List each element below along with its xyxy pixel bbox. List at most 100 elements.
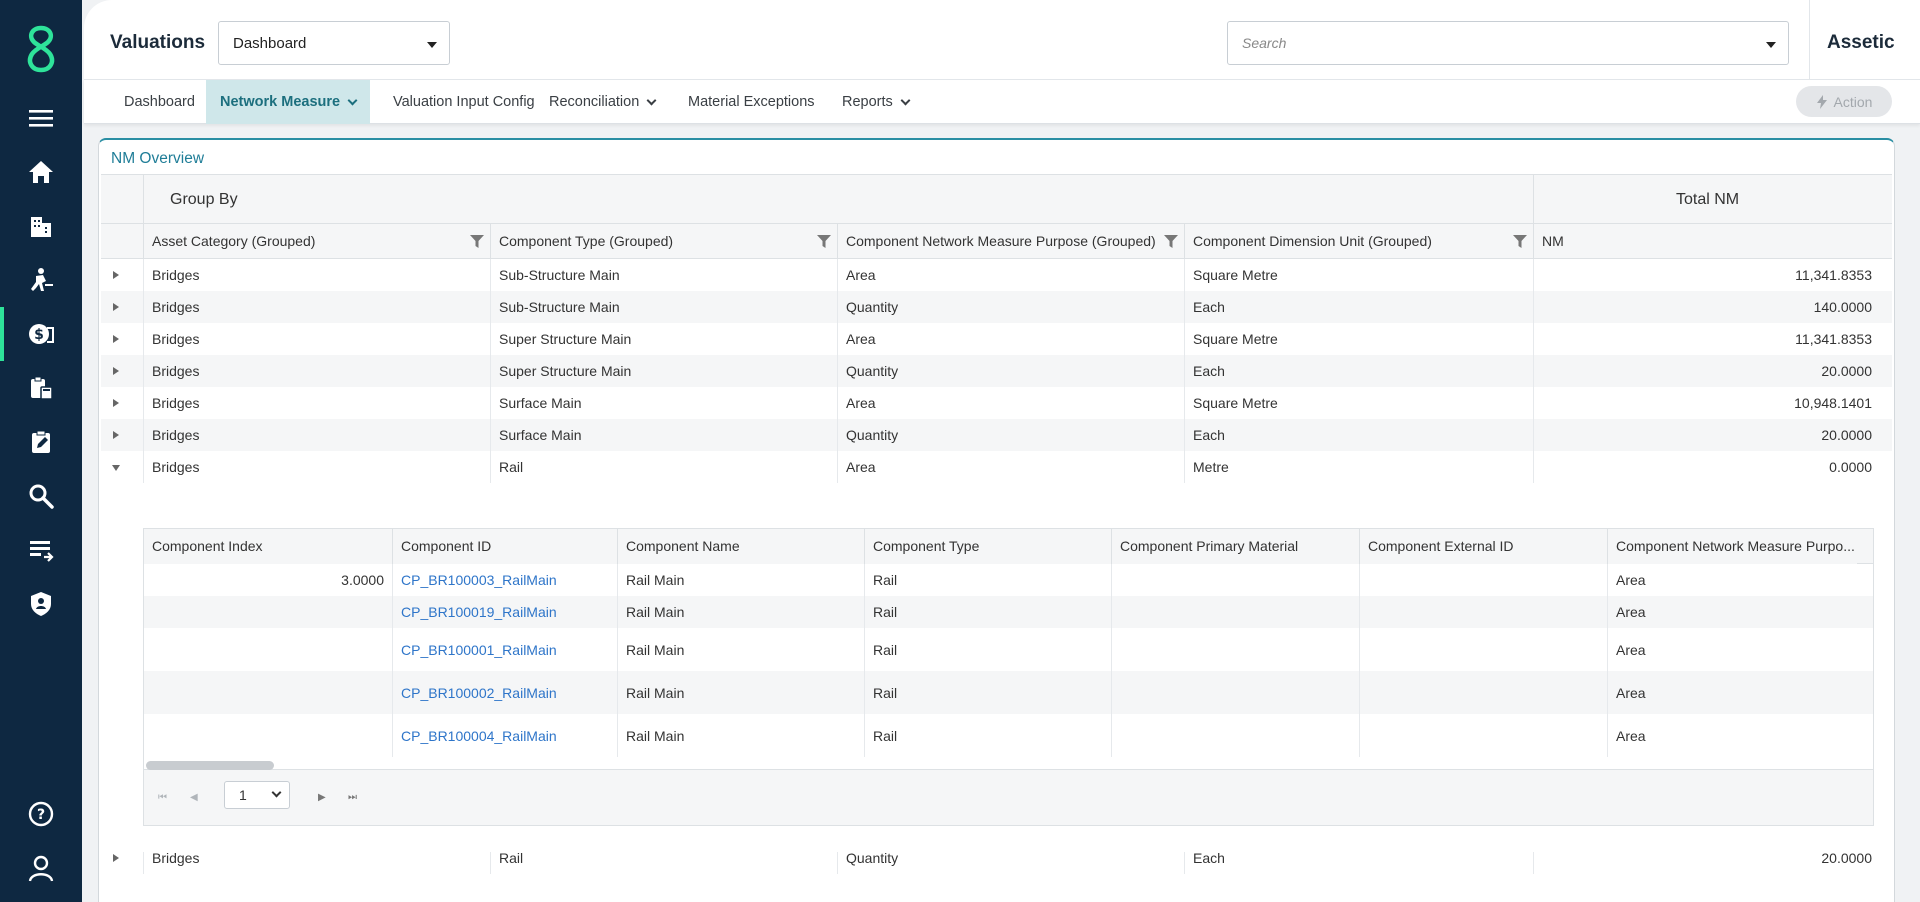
table-row[interactable]: Bridges Super Structure Main Quantity Ea…: [101, 355, 1892, 387]
table-row[interactable]: Bridges Surface Main Quantity Each 20.00…: [101, 419, 1892, 451]
valuations-money-icon[interactable]: $: [0, 307, 82, 361]
detail-row[interactable]: CP_BR100001_RailMain Rail Main Rail Area: [144, 628, 1873, 671]
filter-icon[interactable]: [470, 235, 484, 248]
cell-unit: Each: [1184, 419, 1533, 451]
filter-icon[interactable]: [817, 235, 831, 248]
assetic-logo-icon[interactable]: [20, 24, 62, 74]
expand-row-icon[interactable]: [113, 431, 119, 439]
detail-cell-material: [1111, 564, 1359, 596]
column-header-asset-category[interactable]: Asset Category (Grouped): [143, 224, 490, 259]
detail-cell-name: Rail Main: [617, 671, 864, 714]
last-page-icon[interactable]: ⏭: [348, 793, 358, 803]
prev-page-icon[interactable]: ◀: [190, 793, 200, 803]
component-id-link[interactable]: CP_BR100019_RailMain: [392, 596, 617, 628]
help-icon[interactable]: ?: [0, 787, 82, 841]
column-header-nm[interactable]: NM: [1533, 224, 1880, 259]
chevron-down-icon: [347, 95, 358, 105]
list-import-icon[interactable]: [0, 523, 82, 577]
detail-row[interactable]: CP_BR100002_RailMain Rail Main Rail Area: [144, 671, 1873, 714]
nm-overview-panel: NM Overview Group By Total NM Asset Cate…: [98, 138, 1895, 902]
clipboard-calc-icon[interactable]: [0, 361, 82, 415]
detail-header-nm-purpose[interactable]: Component Network Measure Purpo...: [1607, 529, 1857, 564]
horizontal-scrollbar[interactable]: [146, 761, 274, 770]
detail-cell-type: Rail: [864, 564, 1111, 596]
expand-row-icon[interactable]: [113, 271, 119, 279]
component-id-link[interactable]: CP_BR100004_RailMain: [392, 714, 617, 757]
tab-label: Network Measure: [220, 94, 341, 110]
maintenance-worker-icon[interactable]: [0, 253, 82, 307]
dashboard-select[interactable]: Dashboard: [218, 21, 450, 65]
column-divider: [1533, 175, 1534, 225]
detail-row[interactable]: CP_BR100004_RailMain Rail Main Rail Area: [144, 714, 1873, 757]
column-header-dimension-unit[interactable]: Component Dimension Unit (Grouped): [1184, 224, 1533, 259]
cell-nm: 140.0000: [1533, 291, 1880, 323]
detail-cell-name: Rail Main: [617, 714, 864, 757]
column-header-component-type[interactable]: Component Type (Grouped): [490, 224, 837, 259]
shield-user-icon[interactable]: [0, 577, 82, 631]
cell-type: Surface Main: [490, 387, 837, 419]
detail-header-id[interactable]: Component ID: [392, 529, 617, 564]
detail-grid: Component Index Component ID Component N…: [143, 502, 1893, 852]
clipboard-edit-icon[interactable]: [0, 415, 82, 469]
tab-reports[interactable]: Reports: [828, 80, 923, 124]
group-header: Group By Total NM: [101, 174, 1892, 225]
tab-reconciliation[interactable]: Reconciliation: [535, 80, 669, 124]
tab-label: Valuation Input Config: [393, 94, 535, 110]
detail-cell-type: Rail: [864, 628, 1111, 671]
detail-header-material[interactable]: Component Primary Material: [1111, 529, 1359, 564]
component-id-link[interactable]: CP_BR100001_RailMain: [392, 628, 617, 671]
action-button[interactable]: Action: [1796, 86, 1892, 117]
chevron-down-icon: [271, 787, 282, 798]
menu-icon[interactable]: [0, 91, 82, 145]
app-title: Valuations: [110, 32, 206, 53]
tab-dashboard[interactable]: Dashboard: [110, 80, 209, 124]
detail-row[interactable]: CP_BR100019_RailMain Rail Main Rail Area: [144, 596, 1873, 628]
cell-unit: Square Metre: [1184, 259, 1533, 291]
cell-purpose: Area: [837, 451, 1184, 483]
table-row[interactable]: Bridges Super Structure Main Area Square…: [101, 323, 1892, 355]
home-icon[interactable]: [0, 145, 82, 199]
caret-down-icon: [1766, 42, 1776, 48]
brand-name: Assetic: [1827, 32, 1895, 53]
tab-network-measure[interactable]: Network Measure: [206, 80, 371, 124]
detail-cell-index: 3.0000: [341, 572, 384, 588]
user-icon[interactable]: [0, 841, 82, 895]
tab-material-exceptions[interactable]: Material Exceptions: [674, 80, 829, 124]
component-id-link[interactable]: CP_BR100002_RailMain: [392, 671, 617, 714]
detail-header-type[interactable]: Component Type: [864, 529, 1111, 564]
expand-row-icon[interactable]: [113, 367, 119, 375]
column-header-label: Component Dimension Unit (Grouped): [1193, 233, 1432, 249]
tab-valuation-input-config[interactable]: Valuation Input Config: [379, 80, 549, 124]
cell-unit: Metre: [1184, 451, 1533, 483]
search-input[interactable]: Search: [1227, 21, 1789, 65]
filter-icon[interactable]: [1513, 235, 1527, 248]
expand-row-icon[interactable]: [113, 399, 119, 407]
first-page-icon[interactable]: ⏮: [158, 793, 168, 803]
table-row-expanded[interactable]: Bridges Rail Area Metre 0.0000: [101, 451, 1892, 483]
expand-row-icon[interactable]: [113, 303, 119, 311]
component-id-link[interactable]: CP_BR100003_RailMain: [392, 564, 617, 596]
table-row[interactable]: Bridges Surface Main Area Square Metre 1…: [101, 387, 1892, 419]
tab-label: Dashboard: [124, 94, 195, 110]
expand-row-icon[interactable]: [113, 335, 119, 343]
table-row[interactable]: Bridges Sub-Structure Main Area Square M…: [101, 259, 1892, 291]
next-page-icon[interactable]: ▶: [318, 793, 328, 803]
filter-icon[interactable]: [1164, 235, 1178, 248]
cell-type: Super Structure Main: [490, 323, 837, 355]
detail-row[interactable]: 3.0000 CP_BR100003_RailMain Rail Main Ra…: [144, 564, 1873, 596]
page-select[interactable]: 1: [224, 781, 290, 809]
expand-row-icon[interactable]: [113, 854, 119, 862]
detail-header-name[interactable]: Component Name: [617, 529, 864, 564]
buildings-icon[interactable]: [0, 199, 82, 253]
column-header-nm-purpose[interactable]: Component Network Measure Purpose (Group…: [837, 224, 1184, 259]
cell-category: Bridges: [143, 419, 490, 451]
cell-nm: 20.0000: [1533, 419, 1880, 451]
tab-label: Reconciliation: [549, 94, 640, 110]
tab-label: Reports: [842, 94, 893, 110]
collapse-row-icon[interactable]: [112, 465, 120, 471]
chevron-down-icon: [646, 95, 657, 105]
detail-header-index[interactable]: Component Index: [144, 529, 392, 564]
search-icon[interactable]: [0, 469, 82, 523]
detail-header-external-id[interactable]: Component External ID: [1359, 529, 1607, 564]
table-row[interactable]: Bridges Sub-Structure Main Quantity Each…: [101, 291, 1892, 323]
